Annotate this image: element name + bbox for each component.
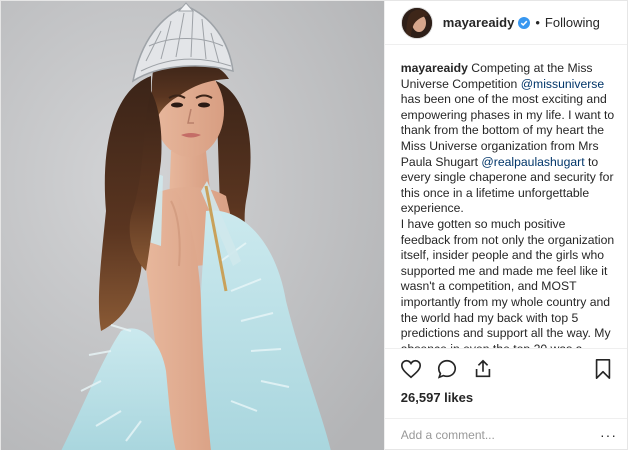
save-button[interactable] [591, 357, 615, 381]
action-bar [385, 349, 627, 389]
post-side-panel: mayareaidy • Following mayareaidy Compet… [383, 1, 627, 450]
separator-dot: • [535, 15, 540, 30]
woman-in-crown-photo [1, 1, 384, 450]
caption-paragraph-1: mayareaidy Competing at the Miss Univers… [401, 61, 615, 217]
post-photo[interactable] [1, 1, 384, 450]
comment-icon [437, 359, 456, 379]
post-caption: mayareaidy Competing at the Miss Univers… [384, 45, 627, 349]
verified-badge-icon [518, 16, 531, 29]
avatar[interactable] [400, 6, 433, 39]
comment-section: ··· [384, 418, 627, 450]
post-header: mayareaidy • Following [384, 1, 627, 45]
comment-input[interactable] [400, 428, 600, 442]
heart-icon [400, 359, 421, 379]
username[interactable]: mayareaidy [443, 15, 515, 30]
more-options-button[interactable]: ··· [600, 427, 617, 443]
like-count[interactable]: 26,597 likes [385, 389, 627, 407]
avatar-image [401, 7, 432, 38]
like-button[interactable] [399, 357, 423, 381]
caption-paragraph-2: I have gotten so much positive feedback … [400, 216, 615, 349]
instagram-post: mayareaidy • Following mayareaidy Compet… [0, 0, 628, 450]
share-icon [475, 359, 491, 378]
caption-mention-link[interactable]: @realpaulashugart [481, 155, 584, 169]
caption-mention-link[interactable]: @missuniverse [521, 77, 605, 91]
share-button[interactable] [471, 357, 495, 381]
following-button[interactable]: Following [545, 15, 600, 30]
comment-button[interactable] [435, 357, 459, 381]
bookmark-icon [595, 359, 611, 379]
caption-username[interactable]: mayareaidy [401, 61, 468, 75]
